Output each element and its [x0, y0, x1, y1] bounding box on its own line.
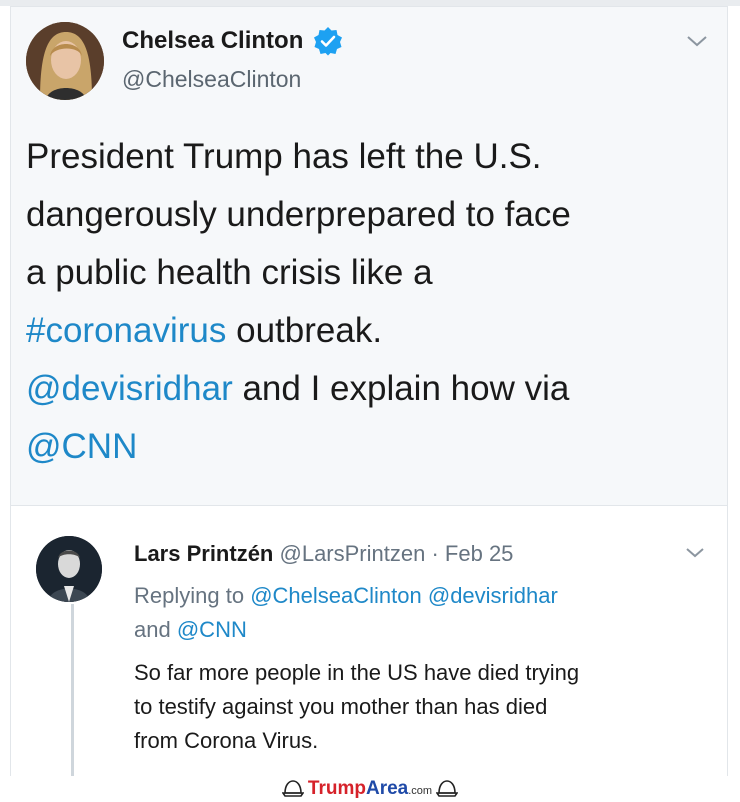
tweet-text: outbreak. [226, 311, 383, 350]
tweet-line: dangerously underprepared to face [26, 195, 571, 234]
verified-badge-icon [314, 27, 343, 56]
replying-and: and [134, 617, 171, 642]
reply-date[interactable]: Feb 25 [445, 541, 514, 566]
reply-body: So far more people in the US have died t… [134, 656, 704, 758]
reply-author-row: Lars Printzén @LarsPrintzen · Feb 25 [134, 541, 513, 567]
mention-link[interactable]: @CNN [177, 617, 247, 642]
author-handle[interactable]: @ChelseaClinton [122, 66, 301, 93]
tweet-line: @CNN [26, 418, 706, 476]
avatar[interactable] [26, 22, 104, 100]
watermark-text: Area [365, 778, 409, 799]
watermark: Trump Area .com [0, 776, 740, 802]
tweet-body: President Trump has left the U.S. danger… [26, 128, 706, 476]
mention-link[interactable]: @devisridhar [428, 583, 558, 608]
reply-avatar[interactable] [36, 536, 102, 602]
reply-line: to testify against you mother than has d… [134, 694, 548, 719]
reply-author-handle[interactable]: @LarsPrintzen [280, 541, 426, 566]
cap-icon [281, 780, 304, 797]
mention-link[interactable]: @ChelseaClinton [250, 583, 422, 608]
hashtag-link[interactable]: #coronavirus [26, 311, 226, 350]
author-row: Chelsea Clinton [122, 26, 343, 56]
mention-link[interactable]: @CNN [26, 427, 137, 466]
watermark-text: .com [408, 785, 433, 797]
mention-link[interactable]: @devisridhar [26, 369, 233, 408]
author-name[interactable]: Chelsea Clinton [122, 27, 303, 55]
reply-avatar-image [36, 536, 102, 602]
replying-to: Replying to @ChelseaClinton @devisridhar… [134, 579, 694, 647]
chevron-down-icon[interactable] [684, 546, 706, 560]
tweet-line: President Trump has left the U.S. [26, 137, 542, 176]
avatar-portrait-image [26, 22, 104, 100]
tweet-text: and I explain how via [232, 369, 570, 408]
tweet-line: #coronavirus outbreak. [26, 302, 706, 360]
chevron-down-icon[interactable] [686, 34, 708, 48]
cap-icon [436, 780, 459, 797]
tweet-line: @devisridhar and I explain how via [26, 360, 706, 418]
watermark-inner: Trump Area .com [281, 778, 459, 800]
tweet-line: a public health crisis like a [26, 253, 433, 292]
reply-author-name[interactable]: Lars Printzén [134, 541, 273, 566]
watermark-text: Trump [307, 778, 366, 799]
replying-prefix: Replying to [134, 583, 245, 608]
reply-line: from Corona Virus. [134, 728, 319, 753]
reply-line: So far more people in the US have died t… [134, 660, 580, 685]
thread-connector-line [71, 604, 74, 776]
meta-separator: · [431, 541, 439, 566]
